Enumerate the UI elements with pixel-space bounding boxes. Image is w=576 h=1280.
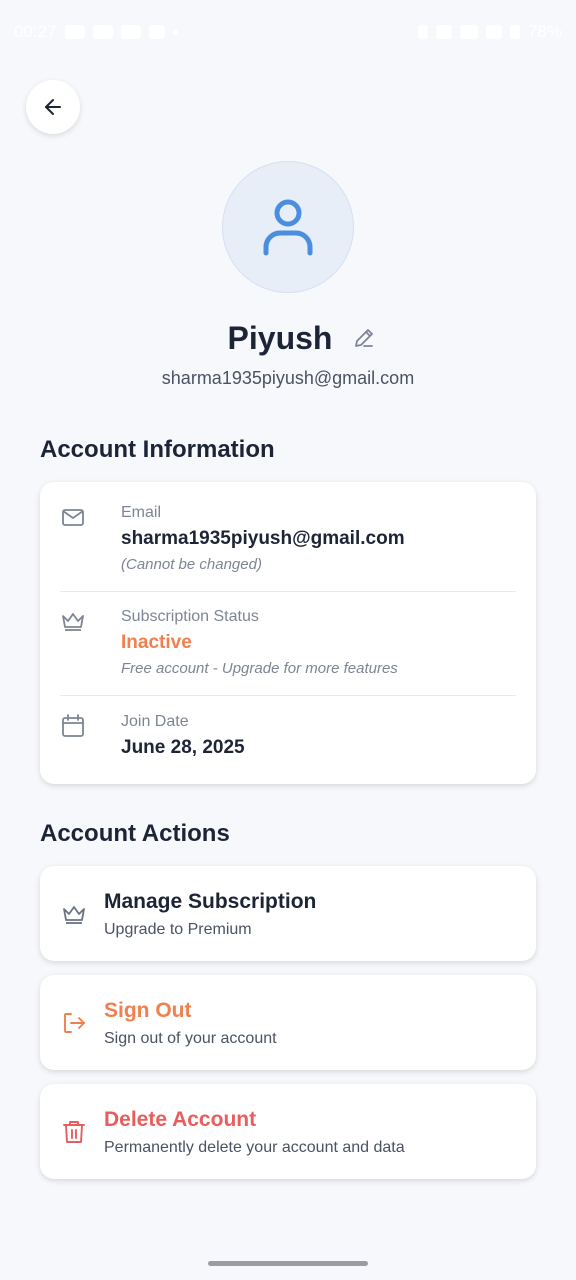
status-time: 00:27 [14,22,57,41]
manage-subscription-subtitle: Upgrade to Premium [104,921,252,938]
mail-icon [62,509,84,526]
delete-account-title: Delete Account [104,1108,257,1131]
crown-icon [62,613,84,631]
home-indicator[interactable] [208,1261,368,1266]
account-actions-heading: Account Actions [40,820,230,847]
status-bar: 00:27 78% [0,0,576,64]
logout-icon [64,1013,85,1033]
account-information-heading: Account Information [40,436,275,463]
arrow-left-icon [45,99,61,115]
youtube-notification-icon [64,25,85,39]
sign-out-button[interactable]: Sign Out Sign out of your account [40,975,536,1070]
wifi-icon [459,25,478,39]
email-note: (Cannot be changed) [121,556,262,573]
sign-out-title: Sign Out [104,999,192,1022]
status-bar-right: 78% [417,22,562,42]
trash-icon [63,1121,85,1143]
manage-subscription-button[interactable]: Manage Subscription Upgrade to Premium [40,866,536,961]
avatar[interactable] [222,161,354,293]
join-date-value: June 28, 2025 [121,737,245,758]
edit-icon[interactable] [352,326,376,350]
call-icon [435,25,452,39]
battery-icon [509,25,520,39]
email-label: Email [121,504,162,521]
video-notification-icon [120,25,141,39]
account-information-card: Email sharma1935piyush@gmail.com (Cannot… [40,482,536,784]
crown-icon [63,906,85,924]
divider [60,591,516,592]
signal-icon [485,25,502,39]
chat-notification-icon [92,25,113,39]
bluetooth-icon [417,25,428,39]
info-row-subscription: Subscription Status Inactive Free accoun… [60,608,516,682]
subscription-note: Free account - Upgrade for more features [121,660,398,677]
info-row-email: Email sharma1935piyush@gmail.com (Cannot… [60,504,516,578]
profile-name-row: Piyush [0,316,576,360]
user-icon [263,199,313,256]
sign-out-subtitle: Sign out of your account [104,1030,277,1047]
divider [60,695,516,696]
subscription-status: Inactive [121,632,192,653]
email-value: sharma1935piyush@gmail.com [121,528,405,549]
battery-percent: 78% [527,22,562,41]
profile-email: sharma1935piyush@gmail.com [161,368,415,388]
subscription-label: Subscription Status [121,608,259,625]
join-date-label: Join Date [121,713,189,730]
back-button[interactable] [26,80,80,134]
delete-account-button[interactable]: Delete Account Permanently delete your a… [40,1084,536,1179]
app-notification-icon [148,25,165,39]
delete-account-subtitle: Permanently delete your account and data [104,1139,405,1156]
profile-name: Piyush [227,319,333,356]
status-bar-left: 00:27 [14,22,178,42]
more-notifications-icon [172,29,178,35]
info-row-join-date: Join Date June 28, 2025 [60,713,516,763]
manage-subscription-title: Manage Subscription [104,890,317,913]
calendar-icon [62,714,84,737]
